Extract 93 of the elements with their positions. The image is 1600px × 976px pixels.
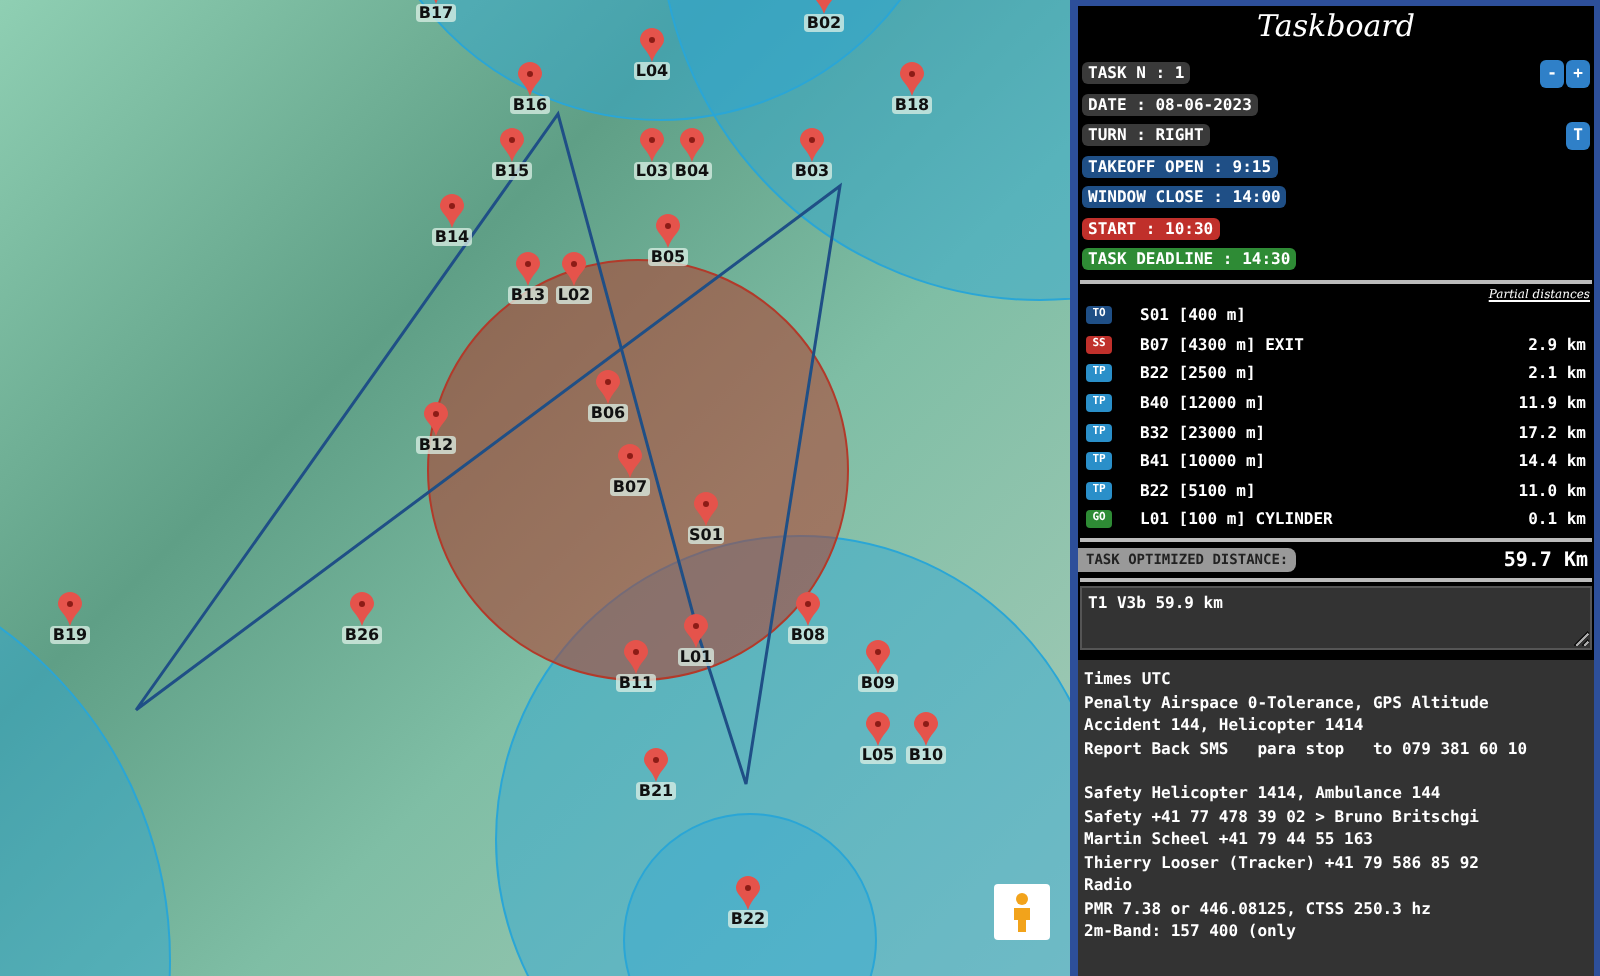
waypoint-label: B03 bbox=[792, 162, 832, 180]
waypoint-label: B11 bbox=[616, 674, 656, 692]
partial-distance: 17.2 km bbox=[1518, 423, 1586, 442]
task-number-button[interactable]: + bbox=[1566, 59, 1590, 88]
note-line: Thierry Looser (Tracker) +41 79 586 85 92 bbox=[1084, 851, 1481, 875]
partial-distance: 0.1 km bbox=[1528, 510, 1586, 529]
note-line: Times UTC bbox=[1084, 668, 1173, 692]
waypoint-label: B04 bbox=[672, 162, 712, 180]
waypoint-label: B02 bbox=[804, 14, 844, 32]
task-info-tag: TAKEOFF OPEN : 9:15 bbox=[1082, 155, 1278, 178]
waypoint-label: B21 bbox=[636, 782, 676, 800]
map-pin-icon[interactable] bbox=[800, 128, 824, 162]
map-pin-icon[interactable] bbox=[680, 128, 704, 162]
turnpoint-name: B41 [10000 m] bbox=[1140, 452, 1266, 471]
map-pin-icon[interactable] bbox=[796, 592, 820, 626]
map-pin-icon[interactable] bbox=[516, 252, 540, 286]
turnpoint-name: B07 [4300 m] EXIT bbox=[1140, 335, 1304, 354]
turnpoint-name: S01 [400 m] bbox=[1140, 306, 1246, 325]
task-number-button[interactable]: - bbox=[1540, 59, 1564, 88]
map-pin-icon[interactable] bbox=[624, 640, 648, 674]
waypoint-label: L02 bbox=[555, 286, 593, 304]
waypoint-label: B07 bbox=[610, 478, 650, 496]
partial-distance: 14.4 km bbox=[1518, 452, 1586, 471]
map-pin-icon[interactable] bbox=[684, 614, 708, 648]
partial-distance: 11.9 km bbox=[1518, 394, 1586, 413]
waypoint-label: B18 bbox=[892, 96, 932, 114]
note-line: PMR 7.38 or 446.08125, CTSS 250.3 hz bbox=[1084, 897, 1433, 921]
map-pin-icon[interactable] bbox=[562, 252, 586, 286]
partial-distance: 11.0 km bbox=[1518, 481, 1586, 500]
map-pin-icon[interactable] bbox=[736, 876, 760, 910]
note-line: Safety +41 77 478 39 02 > Bruno Britschgi bbox=[1084, 805, 1481, 829]
waypoint-label: B06 bbox=[588, 404, 628, 422]
waypoint-label: B16 bbox=[510, 96, 550, 114]
waypoint-label: B19 bbox=[50, 626, 90, 644]
partial-distance: 2.1 km bbox=[1528, 364, 1586, 383]
note-line: 2m-Band: 157 400 (only bbox=[1084, 920, 1298, 944]
note-line: Martin Scheel +41 79 44 55 163 bbox=[1084, 828, 1375, 852]
waypoint-label: B09 bbox=[858, 674, 898, 692]
waypoint-label: B08 bbox=[788, 626, 828, 644]
map-pin-icon[interactable] bbox=[914, 712, 938, 746]
map-pin-icon[interactable] bbox=[656, 214, 680, 248]
map-pin-icon[interactable] bbox=[618, 444, 642, 478]
task-info-tag: TASK N : 1 bbox=[1082, 62, 1191, 85]
task-info-tag: WINDOW CLOSE : 14:00 bbox=[1082, 186, 1287, 209]
task-info-tag: DATE : 08-06-2023 bbox=[1082, 93, 1258, 116]
waypoint-label: B12 bbox=[416, 436, 456, 454]
turnpoint-name: B32 [23000 m] bbox=[1140, 423, 1266, 442]
turnpoint-name: B40 [12000 m] bbox=[1140, 394, 1266, 413]
waypoint-label: L03 bbox=[633, 162, 671, 180]
turnpoint-name: L01 [100 m] CYLINDER bbox=[1140, 510, 1333, 529]
turn-button[interactable]: T bbox=[1566, 121, 1590, 150]
waypoint-label: B05 bbox=[648, 248, 688, 266]
note-line: Accident 144, Helicopter 1414 bbox=[1084, 714, 1366, 738]
waypoint-label: B22 bbox=[728, 910, 768, 928]
street-view-button[interactable] bbox=[994, 884, 1050, 940]
map-pin-icon[interactable] bbox=[866, 712, 890, 746]
note-line: Penalty Airspace 0-Tolerance, GPS Altitude bbox=[1084, 691, 1491, 715]
waypoint-label: B26 bbox=[342, 626, 382, 644]
task-info-tag: TURN : RIGHT bbox=[1082, 124, 1210, 147]
map-pin-icon[interactable] bbox=[58, 592, 82, 626]
turnpoint-name: B22 [2500 m] bbox=[1140, 364, 1256, 383]
partial-distance: 2.9 km bbox=[1528, 335, 1586, 354]
note-line: Safety Helicopter 1414, Ambulance 144 bbox=[1084, 782, 1443, 806]
map-pin-icon[interactable] bbox=[518, 62, 542, 96]
task-info-tag: TASK DEADLINE : 14:30 bbox=[1082, 248, 1297, 271]
waypoint-label: B13 bbox=[508, 286, 548, 304]
map-pin-icon[interactable] bbox=[500, 128, 524, 162]
waypoint-label: S01 bbox=[687, 526, 725, 544]
map-pin-icon[interactable] bbox=[640, 28, 664, 62]
map-pin-icon[interactable] bbox=[596, 370, 620, 404]
map-pin-icon[interactable] bbox=[440, 194, 464, 228]
note-line: Radio bbox=[1084, 874, 1135, 898]
waypoint-label: L05 bbox=[859, 746, 897, 764]
map-pin-icon[interactable] bbox=[694, 492, 718, 526]
waypoint-label: L04 bbox=[633, 62, 671, 80]
map-pin-icon[interactable] bbox=[350, 592, 374, 626]
comment-field[interactable]: T1 V3b 59.9 km bbox=[1080, 586, 1592, 651]
waypoint-label: B10 bbox=[906, 746, 946, 764]
map-pin-icon[interactable] bbox=[640, 128, 664, 162]
waypoint-label: B15 bbox=[492, 162, 532, 180]
waypoint-label: L01 bbox=[677, 648, 715, 666]
map-pin-icon[interactable] bbox=[424, 402, 448, 436]
map-pin-icon[interactable] bbox=[866, 640, 890, 674]
task-info-tag: START : 10:30 bbox=[1082, 217, 1220, 240]
total-distance: 59.7 Km bbox=[1503, 549, 1590, 572]
map-pin-icon[interactable] bbox=[644, 748, 668, 782]
turnpoint-name: B22 [5100 m] bbox=[1140, 481, 1256, 500]
waypoint-label: B17 bbox=[416, 4, 456, 22]
waypoint-label: B14 bbox=[432, 228, 472, 246]
note-line: Report Back SMS para stop to 079 381 60 10 bbox=[1084, 737, 1530, 761]
map-pin-icon[interactable] bbox=[900, 62, 924, 96]
person-icon bbox=[1010, 892, 1034, 932]
taskboard-title: Taskboard bbox=[1255, 6, 1417, 48]
